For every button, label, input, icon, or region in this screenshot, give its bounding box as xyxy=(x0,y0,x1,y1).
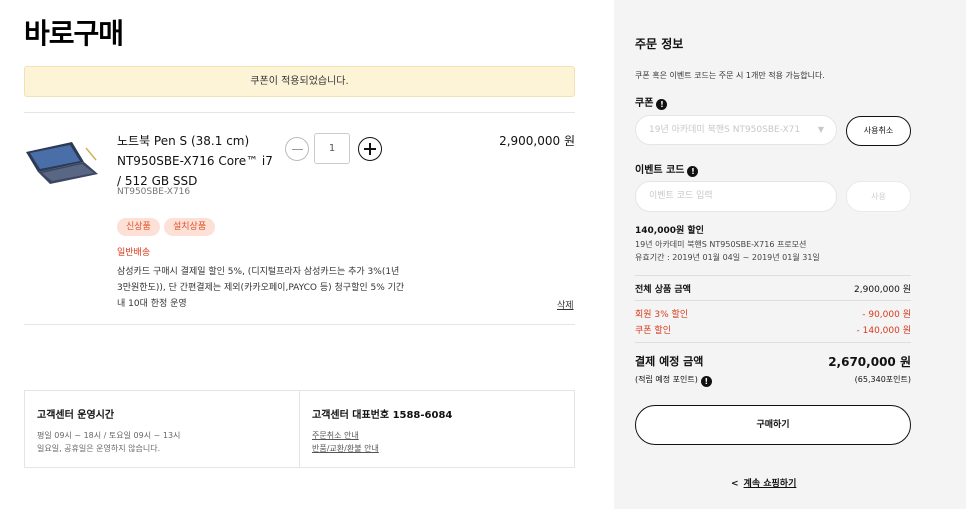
product-code: NT950SBE-X716 xyxy=(117,187,191,197)
delete-link[interactable]: 삭제 xyxy=(557,298,574,311)
card-benefit-text: 삼성카드 구매시 결제일 할인 5%, (디지털프라자 삼성카드는 추가 3%(… xyxy=(117,267,405,309)
points-label: (적립 예정 포인트) xyxy=(635,375,698,384)
event-code-label: 이벤트 코드! xyxy=(635,161,699,177)
cs-hours-line: 평일 09시 ~ 18시 / 토요일 09시 ~ 13시 xyxy=(37,431,181,440)
coupon-selected-value: 19년 아카데미 북핸S NT950SBE-X71 xyxy=(649,125,801,135)
chevron-down-icon: ▼ xyxy=(817,125,824,134)
coupon-discount-label: 쿠폰 할인 xyxy=(635,326,671,336)
badge-installation: 설치상품 xyxy=(164,218,216,236)
cs-hours-title: 고객센터 운영시간 xyxy=(37,410,115,421)
coupon-discount-value: - 140,000 원 xyxy=(856,326,911,336)
customer-service-box: 고객센터 운영시간 평일 09시 ~ 18시 / 토요일 09시 ~ 13시 일… xyxy=(24,390,575,468)
product-price: 2,900,000 원 xyxy=(499,134,575,148)
member-discount-row: 회원 3% 할인 - 90,000 원 xyxy=(635,307,911,320)
event-code-use-button[interactable]: 사용 xyxy=(846,181,911,212)
points-value: (65,340포인트) xyxy=(854,375,911,384)
event-code-label-text: 이벤트 코드 xyxy=(635,165,685,176)
total-amount-value: 2,900,000 원 xyxy=(854,285,911,295)
page-title: 바로구매 xyxy=(24,17,124,50)
return-guide-link[interactable]: 반품/교환/환불 안내 xyxy=(312,442,574,455)
divider xyxy=(24,112,575,113)
divider xyxy=(635,300,911,301)
continue-shopping-link[interactable]: < 계속 쇼핑하기 xyxy=(731,476,796,489)
info-icon[interactable]: ! xyxy=(687,166,699,177)
divider xyxy=(24,324,575,325)
payment-amount-value: 2,670,000 원 xyxy=(828,355,911,369)
total-amount-label: 전체 상품 금액 xyxy=(635,285,691,295)
order-main: 바로구매 쿠폰이 적용되었습니다. 노트북 Pen S (38.1 cm) NT… xyxy=(0,0,614,509)
payment-amount-label: 결제 예정 금액 xyxy=(635,355,704,368)
discount-period: 유효기간 : 2019년 01월 04일 ~ 2019년 01월 31일 xyxy=(635,253,820,262)
minus-circle-icon[interactable] xyxy=(285,137,309,161)
coupon-discount-row: 쿠폰 할인 - 140,000 원 xyxy=(635,323,911,336)
cs-hours: 고객센터 운영시간 평일 09시 ~ 18시 / 토요일 09시 ~ 13시 일… xyxy=(25,391,300,467)
checkout-page: 바로구매 쿠폰이 적용되었습니다. 노트북 Pen S (38.1 cm) NT… xyxy=(0,0,966,509)
member-discount-value: - 90,000 원 xyxy=(862,310,911,320)
buy-button[interactable]: 구매하기 xyxy=(635,405,911,445)
info-icon[interactable]: ! xyxy=(656,99,668,110)
badge-new: 신상품 xyxy=(117,218,160,236)
discount-desc: 19년 아카데미 북핸S NT950SBE-X716 프로모션 xyxy=(635,240,807,249)
coupon-cancel-button[interactable]: 사용취소 xyxy=(846,116,911,146)
cs-phone-title: 고객센터 대표번호 1588-6084 xyxy=(312,410,453,421)
member-discount-label: 회원 3% 할인 xyxy=(635,310,689,320)
continue-shopping-label: 계속 쇼핑하기 xyxy=(743,479,797,489)
discount-title: 140,000원 할인 xyxy=(635,226,704,236)
product-name[interactable]: 노트북 Pen S (38.1 cm) NT950SBE-X716 Core™ … xyxy=(117,131,277,191)
chevron-left-icon: < xyxy=(731,479,739,489)
divider xyxy=(635,275,911,276)
coupon-label-text: 쿠폰 xyxy=(635,98,654,109)
order-info-title: 주문 정보 xyxy=(635,37,684,51)
discount-details: 19년 아카데미 북핸S NT950SBE-X716 프로모션 유효기간 : 2… xyxy=(635,238,820,264)
payment-amount-row: 결제 예정 금액 2,670,000 원 xyxy=(635,353,911,369)
product-image[interactable] xyxy=(24,138,102,186)
divider xyxy=(635,342,911,343)
plus-circle-icon[interactable] xyxy=(358,137,382,161)
quantity-input[interactable]: 1 xyxy=(314,133,350,164)
event-code-input[interactable]: 이벤트 코드 입력 xyxy=(635,181,837,212)
points-row: (적립 예정 포인트)! (65,340포인트) xyxy=(635,374,911,387)
order-info-desc: 쿠폰 혹은 이벤트 코드는 주문 시 1개만 적용 가능합니다. xyxy=(635,71,825,80)
info-icon[interactable]: ! xyxy=(700,376,712,387)
order-info-panel: 주문 정보 쿠폰 혹은 이벤트 코드는 주문 시 1개만 적용 가능합니다. 쿠… xyxy=(614,0,966,509)
cancel-guide-link[interactable]: 주문취소 안내 xyxy=(312,429,574,442)
shipping-type: 일반배송 xyxy=(117,248,151,258)
cs-contact: 고객센터 대표번호 1588-6084 주문취소 안내 반품/교환/환불 안내 xyxy=(300,391,574,467)
total-amount-row: 전체 상품 금액 2,900,000 원 xyxy=(635,282,911,295)
coupon-select[interactable]: 19년 아카데미 북핸S NT950SBE-X71 ▼ xyxy=(635,115,837,145)
coupon-applied-notice: 쿠폰이 적용되었습니다. xyxy=(24,66,575,97)
cs-hours-line: 일요일, 공휴일은 운영하지 않습니다. xyxy=(37,444,161,453)
coupon-label: 쿠폰! xyxy=(635,94,668,110)
